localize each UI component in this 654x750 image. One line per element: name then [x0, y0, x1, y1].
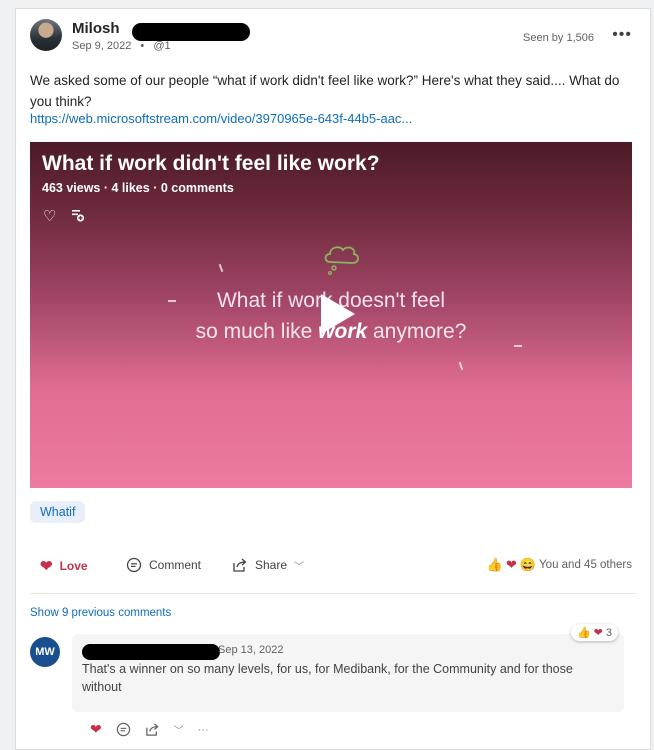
video-stats: 463 views · 4 likes · 0 comments — [42, 181, 234, 195]
comment-love-icon[interactable]: ❤ — [90, 721, 102, 738]
comment-icon — [126, 557, 142, 573]
post-card: Milosh Sep 9, 2022 • @1 Seen by 1,506 ••… — [15, 8, 651, 750]
like-reaction-icon: 👍 — [486, 557, 503, 572]
show-previous-comments-link[interactable]: Show 9 previous comments — [30, 607, 171, 619]
heart-outline-icon[interactable]: ♡ — [43, 207, 56, 225]
comment-actions: ❤ ﹀ ··· — [90, 721, 209, 738]
author-avatar[interactable] — [30, 19, 62, 51]
video-player[interactable]: What if work didn't feel like work? 463 … — [30, 142, 632, 488]
comment-label: Comment — [149, 558, 202, 572]
comment-reactions[interactable]: 👍 ❤ 3 — [570, 624, 618, 641]
redacted-name — [132, 23, 250, 41]
chevron-down-icon[interactable]: ﹀ — [294, 558, 304, 573]
decoration-mark — [458, 361, 464, 371]
post-meta: Sep 9, 2022 • @1 — [72, 40, 171, 52]
commenter-avatar[interactable]: MW — [30, 637, 60, 667]
reactions-summary-text: You and 45 others — [539, 559, 632, 571]
post-mention[interactable]: @1 — [153, 40, 170, 52]
reactions-summary[interactable]: 👍 ❤ 😄 You and 45 others — [487, 557, 632, 573]
share-label: Share — [255, 558, 288, 572]
meta-separator: • — [140, 40, 145, 52]
tagline-prefix: so much like — [195, 320, 319, 343]
love-button[interactable]: ❤ Love — [40, 557, 88, 575]
play-icon[interactable] — [321, 294, 355, 334]
post-text: We asked some of our people “what if wor… — [30, 73, 620, 109]
post-actions: ❤ Love Comment Share ﹀ 👍 ❤ 😄 You and 45 … — [30, 557, 636, 577]
hashtag-chip[interactable]: Whatif — [30, 501, 86, 523]
thought-cloud-icon — [324, 246, 359, 275]
comment-button[interactable]: Comment — [126, 557, 201, 573]
post-header: Milosh Sep 9, 2022 • @1 Seen by 1,506 ••… — [30, 19, 636, 59]
heart-reaction-icon: ❤ — [593, 627, 603, 639]
post-date[interactable]: Sep 9, 2022 — [72, 40, 131, 52]
decoration-mark — [514, 345, 522, 347]
post-link[interactable]: https://web.microsoftstream.com/video/39… — [30, 111, 412, 126]
more-icon[interactable]: ••• — [612, 26, 632, 44]
author-name[interactable]: Milosh — [72, 20, 120, 37]
comment-text: That's a winner on so many levels, for u… — [82, 662, 573, 694]
playlist-add-icon[interactable] — [71, 208, 85, 222]
share-button[interactable]: Share ﹀ — [232, 557, 304, 573]
video-title[interactable]: What if work didn't feel like work? — [42, 152, 380, 176]
divider — [30, 593, 636, 594]
comment-date[interactable]: Sep 13, 2022 — [218, 644, 283, 656]
comment-reaction-count: 3 — [605, 626, 612, 639]
like-reaction-icon: 👍 — [576, 627, 591, 639]
tagline-suffix: anymore? — [367, 320, 467, 343]
share-icon — [233, 558, 247, 572]
love-label: Love — [59, 559, 88, 573]
more-icon[interactable]: ··· — [198, 724, 209, 736]
heart-reaction-icon: ❤ — [505, 557, 517, 572]
comment-bubble: Sep 13, 2022 That's a winner on so many … — [72, 624, 624, 712]
seen-by[interactable]: Seen by 1,506 — [523, 32, 594, 44]
decoration-mark — [218, 263, 224, 273]
heart-icon: ❤ — [40, 558, 53, 575]
redacted-commenter-name — [82, 644, 220, 660]
laugh-reaction-icon: 😄 — [519, 557, 537, 572]
